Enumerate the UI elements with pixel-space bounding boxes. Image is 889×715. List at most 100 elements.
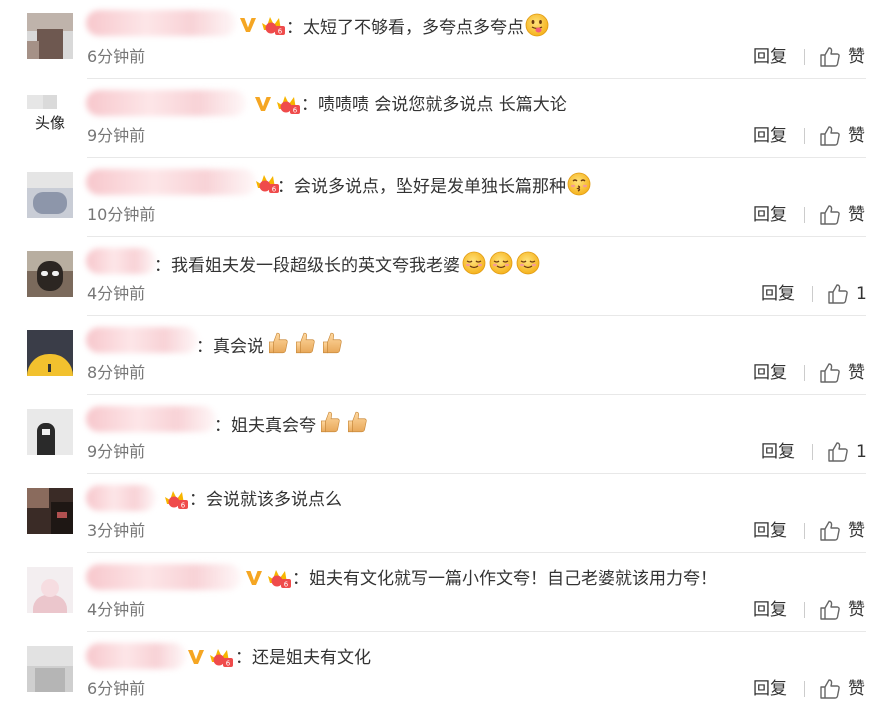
reply-button[interactable]: 回复 (753, 204, 787, 226)
thumbs-up-emoji-icon (269, 332, 288, 354)
username[interactable] (86, 485, 156, 511)
comment-time: 9分钟前 (87, 442, 146, 461)
separator (804, 523, 805, 539)
colon: ： (286, 18, 303, 38)
reply-button[interactable]: 回复 (761, 441, 795, 463)
like-button[interactable]: 赞 (819, 678, 865, 700)
comment-item: 6 ：姐夫有文化就写一篇小作文夸！自己老婆就该用力夸！ 4分钟前 回复 赞 (0, 553, 889, 632)
avatar[interactable]: 头像 (27, 93, 73, 139)
separator (804, 602, 805, 618)
comment-item: 头像 6 ：啧啧啧 会说您就多说点 长篇大论 9分钟前 回复 赞 (0, 79, 889, 158)
separator (804, 681, 805, 697)
like-button[interactable]: 赞 (819, 599, 865, 621)
comment-time: 6分钟前 (87, 679, 146, 698)
member-crown-icon: 6 (277, 96, 300, 115)
thumbs-up-emoji-icon (348, 411, 367, 433)
reply-button[interactable]: 回复 (753, 362, 787, 384)
thumbs-up-icon (828, 442, 848, 462)
colon: ： (189, 490, 206, 510)
like-button[interactable]: 1 (827, 441, 867, 463)
reply-button[interactable]: 回复 (761, 283, 795, 305)
svg-text:6: 6 (181, 502, 186, 510)
like-button[interactable]: 赞 (819, 204, 865, 226)
comment-item: 6 ：还是姐夫有文化 6分钟前 回复 赞 (0, 632, 889, 711)
comment-time: 4分钟前 (87, 284, 146, 303)
reply-button[interactable]: 回复 (753, 520, 787, 542)
avatar[interactable] (27, 251, 73, 297)
comment-text: ：姐夫真会夸 (214, 409, 370, 438)
thumbs-up-emoji-icon (321, 411, 340, 433)
avatar[interactable] (27, 330, 73, 376)
comment-time: 6分钟前 (87, 47, 146, 66)
verified-v-icon (188, 650, 204, 664)
like-label: 赞 (848, 363, 865, 383)
comment-item: 6 ：太短了不够看，多夸点多夸点 6分钟前 回复 赞 (0, 0, 889, 79)
reply-button[interactable]: 回复 (753, 125, 787, 147)
avatar[interactable] (27, 488, 73, 534)
comment-body: 会说多说点，坠好是发单独长篇那种 (294, 177, 566, 197)
username[interactable] (86, 169, 256, 195)
verified-v-icon (246, 571, 262, 585)
comment-body: 会说就该多说点么 (206, 490, 342, 510)
like-label: 赞 (848, 126, 865, 146)
comment-body: 我看姐夫发一段超级长的英文夸我老婆 (171, 256, 460, 276)
like-button[interactable]: 赞 (819, 125, 865, 147)
avatar-text: 头像 (34, 114, 65, 132)
comment-body: 姐夫真会夸 (231, 416, 316, 436)
thumbs-up-emoji-icon (296, 332, 315, 354)
username[interactable] (86, 90, 246, 116)
like-button[interactable]: 赞 (819, 362, 865, 384)
separator (804, 207, 805, 223)
reply-button[interactable]: 回复 (753, 599, 787, 621)
member-crown-icon: 6 (268, 570, 291, 589)
user-badges: 6 (254, 93, 301, 115)
colon: ： (214, 416, 231, 436)
user-badges: 6 (239, 14, 286, 36)
like-button[interactable]: 赞 (819, 46, 865, 68)
sly-emoji-icon (516, 251, 540, 275)
like-count: 1 (856, 442, 867, 462)
comment-time: 9分钟前 (87, 126, 146, 145)
like-button[interactable]: 赞 (819, 520, 865, 542)
comment-text: ：会说多说点，坠好是发单独长篇那种 (277, 172, 591, 199)
username[interactable] (86, 564, 241, 590)
comment-text: ：我看姐夫发一段超级长的英文夸我老婆 (154, 251, 541, 278)
colon: ： (196, 337, 213, 357)
avatar[interactable] (27, 409, 73, 455)
like-label: 赞 (848, 521, 865, 541)
comment-body: 太短了不够看，多夸点多夸点 (303, 18, 524, 38)
colon: ： (154, 256, 171, 276)
thumbs-up-icon (820, 205, 840, 225)
like-button[interactable]: 1 (827, 283, 867, 305)
avatar[interactable] (27, 13, 73, 59)
member-crown-icon: 6 (165, 491, 188, 510)
separator (812, 444, 813, 460)
colon: ： (292, 569, 309, 589)
svg-text:6: 6 (226, 660, 231, 668)
member-crown-icon: 6 (262, 17, 285, 36)
separator (804, 49, 805, 65)
comment-item: ：我看姐夫发一段超级长的英文夸我老婆 4分钟前 回复 1 (0, 237, 889, 316)
reply-button[interactable]: 回复 (753, 46, 787, 68)
thumbs-up-icon (820, 47, 840, 67)
user-badges: 6 (245, 567, 292, 589)
separator (804, 128, 805, 144)
avatar[interactable] (27, 172, 73, 218)
thumbs-up-icon (828, 284, 848, 304)
svg-text:6: 6 (293, 107, 298, 115)
username[interactable] (86, 327, 198, 353)
username[interactable] (86, 643, 186, 669)
avatar[interactable] (27, 646, 73, 692)
username[interactable] (86, 248, 156, 274)
reply-button[interactable]: 回复 (753, 678, 787, 700)
comment-time: 10分钟前 (87, 205, 156, 224)
like-label: 赞 (848, 679, 865, 699)
user-badges: 6 (163, 488, 189, 510)
username[interactable] (86, 406, 216, 432)
tongue-emoji-icon (525, 13, 549, 37)
avatar[interactable] (27, 567, 73, 613)
comment-time: 3分钟前 (87, 521, 146, 540)
username[interactable] (86, 10, 236, 36)
colon: ： (235, 648, 252, 668)
comment-item: 6 ：会说就该多说点么 3分钟前 回复 赞 (0, 474, 889, 553)
